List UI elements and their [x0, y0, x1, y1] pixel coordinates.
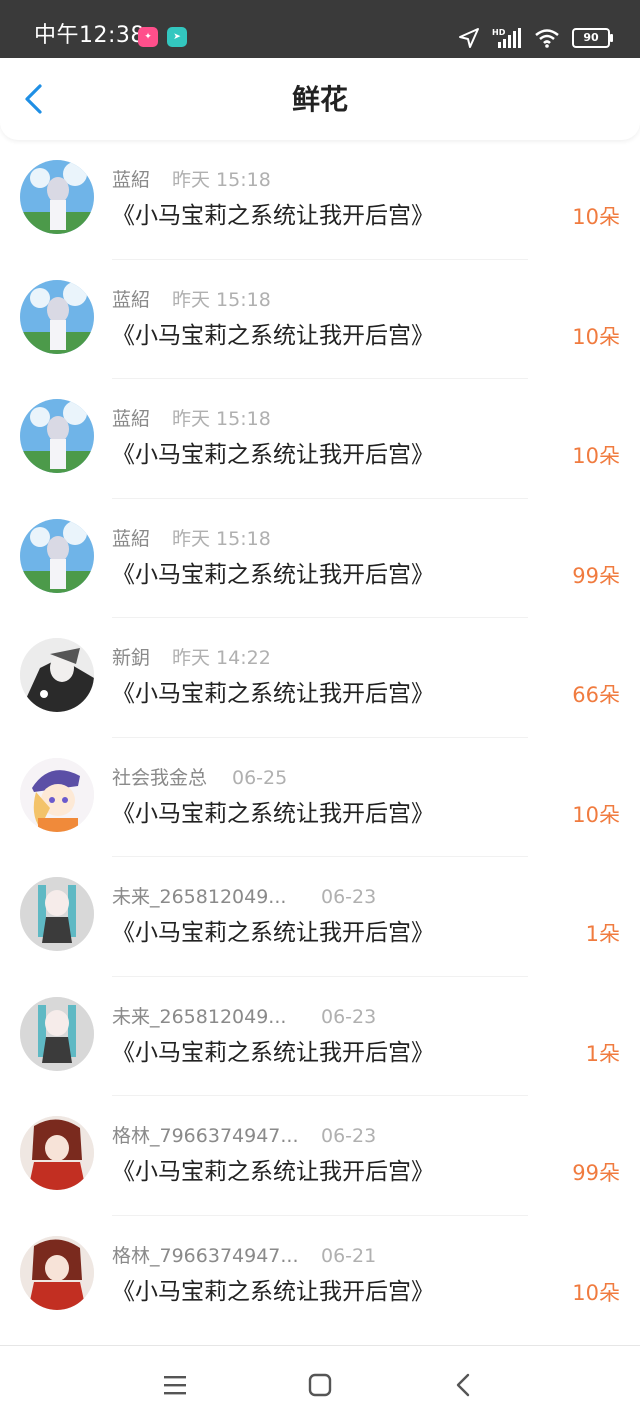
flower-count: 10朵	[572, 444, 620, 468]
avatar[interactable]	[20, 399, 94, 473]
sender-name: 未来_265812049...	[112, 886, 287, 908]
app-notification-icon: ✦	[138, 27, 158, 47]
location-app-icon: ➤	[167, 27, 187, 47]
back-icon	[456, 1373, 470, 1397]
send-time: 06-23	[321, 1005, 377, 1028]
book-title: 《小马宝莉之系统让我开后宫》	[112, 322, 434, 349]
send-time: 昨天 15:18	[172, 527, 271, 550]
sender-name: 格林_7966374947...	[112, 1244, 299, 1267]
book-title: 《小马宝莉之系统让我开后宫》	[112, 920, 434, 946]
send-time: 昨天 15:18	[172, 288, 271, 311]
flower-count: 1朵	[585, 922, 620, 946]
signal-icon: HD	[492, 28, 521, 48]
flower-count: 10朵	[572, 324, 620, 349]
avatar[interactable]	[20, 877, 94, 951]
book-title: 《小马宝莉之系统让我开后宫》	[112, 1278, 434, 1305]
recent-apps-button[interactable]	[160, 1370, 190, 1400]
book-title: 《小马宝莉之系统让我开后宫》	[112, 1039, 434, 1066]
system-nav-bar	[0, 1345, 640, 1423]
list-item[interactable]: 蓝紹 昨天 15:18 《小马宝莉之系统让我开后宫》 10朵	[0, 260, 640, 379]
system-back-button[interactable]	[449, 1370, 479, 1400]
sender-name: 蓝紹	[112, 408, 151, 430]
send-time: 06-23	[321, 886, 377, 908]
flower-count: 66朵	[572, 683, 620, 707]
status-bar: 中午12:38 ✦ ➤ HD 90	[0, 0, 640, 58]
send-time: 06-21	[321, 1244, 377, 1267]
wifi-icon	[535, 29, 559, 48]
avatar[interactable]	[20, 279, 94, 354]
sender-name: 新鈅	[112, 647, 151, 669]
list-item[interactable]: 蓝紹 昨天 15:18 《小马宝莉之系统让我开后宫》 10朵	[0, 379, 640, 499]
avatar[interactable]	[20, 996, 94, 1071]
avatar[interactable]	[20, 1116, 94, 1190]
avatar[interactable]	[20, 757, 94, 832]
battery-indicator: 90	[572, 28, 613, 48]
location-arrow-icon	[459, 28, 479, 48]
send-time: 昨天 14:22	[172, 647, 271, 669]
flower-count: 99朵	[572, 563, 620, 588]
send-time: 昨天 15:18	[172, 169, 271, 191]
status-icons: HD 90	[458, 25, 613, 51]
list-item[interactable]: 未来_265812049... 06-23 《小马宝莉之系统让我开后宫》 1朵	[0, 977, 640, 1096]
page-title: 鲜花	[291, 83, 348, 116]
list-item[interactable]: 格林_7966374947... 06-21 《小马宝莉之系统让我开后宫》 10…	[0, 1216, 640, 1336]
flower-list: 蓝紹 昨天 15:18 《小马宝莉之系统让我开后宫》 10朵 蓝紹 昨天 15:…	[0, 140, 640, 1335]
svg-text:HD: HD	[492, 28, 506, 37]
list-item[interactable]: 社会我金总 06-25 《小马宝莉之系统让我开后宫》 10朵	[0, 738, 640, 857]
avatar[interactable]	[20, 638, 94, 712]
flower-count: 10朵	[572, 802, 620, 827]
list-item[interactable]: 格林_7966374947... 06-23 《小马宝莉之系统让我开后宫》 99…	[0, 1096, 640, 1216]
book-title: 《小马宝莉之系统让我开后宫》	[112, 1159, 434, 1185]
sender-name: 格林_7966374947...	[112, 1125, 299, 1147]
sender-name: 蓝紹	[112, 169, 151, 191]
page-header: 鲜花	[0, 58, 640, 140]
list-item[interactable]: 新鈅 昨天 14:22 《小马宝莉之系统让我开后宫》 66朵	[0, 618, 640, 738]
home-button[interactable]	[305, 1370, 335, 1400]
send-time: 06-25	[232, 766, 288, 789]
menu-icon	[164, 1376, 186, 1395]
list-item[interactable]: 蓝紹 昨天 15:18 《小马宝莉之系统让我开后宫》 99朵	[0, 499, 640, 618]
book-title: 《小马宝莉之系统让我开后宫》	[112, 800, 434, 827]
book-title: 《小马宝莉之系统让我开后宫》	[112, 442, 434, 468]
send-time: 06-23	[321, 1125, 377, 1147]
status-time: 中午12:38	[34, 23, 145, 48]
sender-name: 未来_265812049...	[112, 1005, 287, 1028]
send-time: 昨天 15:18	[172, 408, 271, 430]
flower-count: 10朵	[572, 1280, 620, 1305]
square-icon	[308, 1373, 332, 1397]
sender-name: 蓝紹	[112, 527, 151, 550]
sender-name: 社会我金总	[112, 766, 208, 789]
list-item[interactable]: 未来_265812049... 06-23 《小马宝莉之系统让我开后宫》 1朵	[0, 857, 640, 977]
avatar[interactable]	[20, 160, 94, 234]
list-item[interactable]: 蓝紹 昨天 15:18 《小马宝莉之系统让我开后宫》 10朵	[0, 140, 640, 260]
flower-count: 10朵	[572, 205, 620, 229]
flower-count: 1朵	[585, 1041, 620, 1066]
book-title: 《小马宝莉之系统让我开后宫》	[112, 561, 434, 588]
book-title: 《小马宝莉之系统让我开后宫》	[112, 203, 434, 229]
avatar[interactable]	[20, 1235, 94, 1310]
book-title: 《小马宝莉之系统让我开后宫》	[112, 681, 434, 707]
sender-name: 蓝紹	[112, 288, 151, 311]
flower-count: 99朵	[572, 1161, 620, 1185]
avatar[interactable]	[20, 518, 94, 593]
